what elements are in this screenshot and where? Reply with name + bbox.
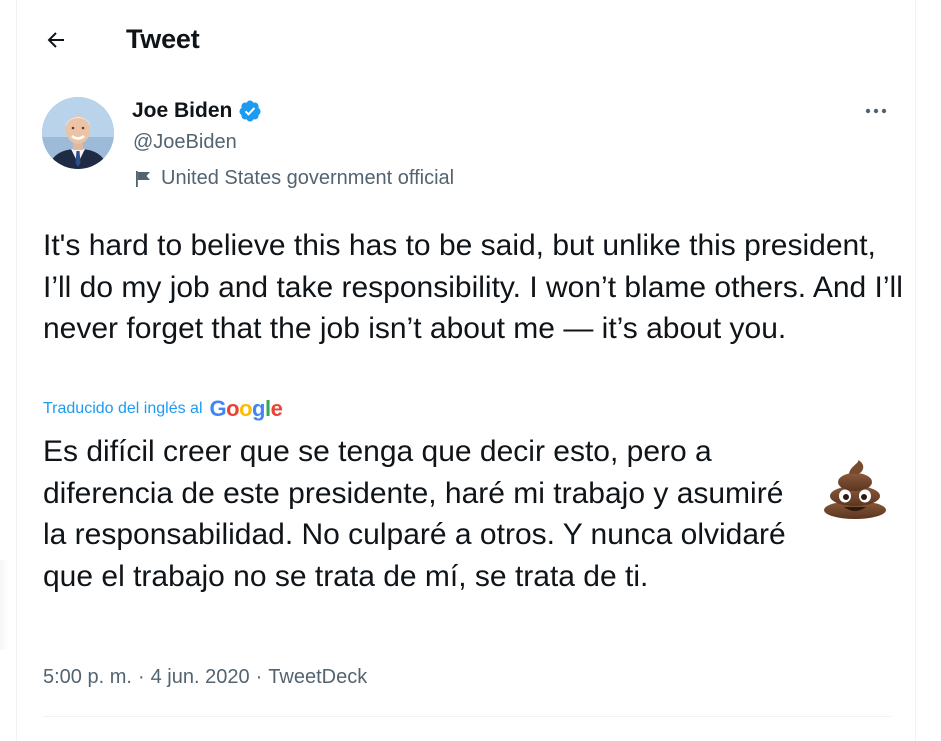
- author-handle[interactable]: @JoeBiden: [133, 131, 237, 154]
- back-button[interactable]: [36, 20, 76, 60]
- pile-of-poo-emoji-icon: [824, 460, 886, 519]
- translated-text: Es difícil creer que se tenga que decir …: [43, 435, 786, 593]
- separator: ·: [137, 666, 145, 688]
- side-shadow: [0, 560, 8, 650]
- avatar-image: [42, 97, 114, 169]
- google-logo-letter: G: [209, 396, 227, 421]
- google-logo-letter: o: [226, 396, 240, 421]
- google-logo-letter: e: [270, 396, 283, 421]
- page-title: Tweet: [126, 24, 200, 54]
- google-logo-letter: o: [239, 396, 253, 421]
- translated-label[interactable]: Traducido del inglés al: [43, 400, 203, 418]
- arrow-left-icon: [47, 32, 64, 48]
- author-name[interactable]: Joe Biden: [132, 99, 262, 123]
- more-options-button[interactable]: [856, 94, 896, 128]
- author-name-text: Joe Biden: [132, 99, 233, 122]
- more-dots-icon: [865, 108, 887, 114]
- tweet-text: It's hard to believe this has to be said…: [43, 229, 912, 345]
- flag-icon: [136, 171, 150, 187]
- divider: [43, 716, 891, 717]
- google-logo: Google: [210, 396, 283, 422]
- google-logo-letter: g: [252, 396, 265, 421]
- tweet-metadata: 5:00 p. m. · 4 jun. 2020 · TweetDeck: [43, 666, 367, 689]
- government-label[interactable]: United States government official: [133, 167, 454, 190]
- tweet-date[interactable]: 4 jun. 2020: [151, 666, 250, 689]
- tweet-time[interactable]: 5:00 p. m.: [43, 666, 132, 689]
- separator: ·: [255, 666, 263, 688]
- translation-attribution: Traducido del inglés al Google: [43, 396, 283, 422]
- tweet-source[interactable]: TweetDeck: [268, 666, 367, 689]
- government-label-text: United States government official: [161, 167, 455, 189]
- verified-badge-icon: [239, 100, 261, 122]
- avatar[interactable]: [42, 97, 114, 169]
